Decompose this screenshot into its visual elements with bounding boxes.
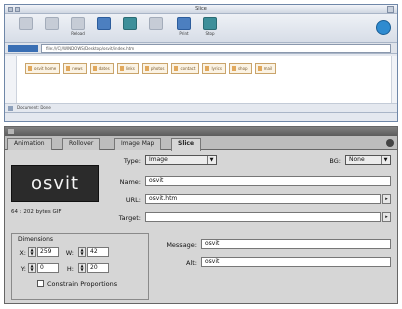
x-field[interactable]: 259: [37, 247, 59, 257]
status-bar: Document: Done: [5, 103, 397, 112]
print-icon: [177, 17, 191, 30]
page-nav: osvit home news dates links photos contact lyr…: [25, 63, 277, 74]
message-label: Message:: [166, 241, 197, 249]
url-input[interactable]: osvit.htm: [145, 194, 381, 204]
zoom-window-icon[interactable]: [387, 6, 394, 13]
url-field[interactable]: file:///C|/WINDOWS/Desktop/osvit/index.h…: [41, 44, 391, 53]
y-stepper[interactable]: ▲ ▼: [28, 263, 36, 273]
alt-label: Alt:: [186, 259, 197, 267]
back-arrow-icon: [19, 17, 33, 30]
type-label: Type:: [123, 157, 141, 165]
bookmark-button[interactable]: [145, 17, 167, 41]
w-label: W:: [65, 249, 74, 257]
y-label: Y:: [20, 265, 26, 273]
stop-button[interactable]: Stop: [199, 17, 221, 41]
message-field[interactable]: osvit: [201, 239, 391, 249]
address-bar: file:///C|/WINDOWS/Desktop/osvit/index.h…: [5, 43, 397, 54]
url-dropdown[interactable]: ▸: [382, 194, 391, 204]
page-nav-button[interactable]: dates: [89, 63, 114, 74]
x-label: X:: [19, 249, 26, 257]
alt-field[interactable]: osvit: [201, 257, 391, 267]
browser-toolbar: Reload Print Stop: [5, 14, 397, 43]
title-bar: Slice: [5, 5, 397, 14]
tab-rollover[interactable]: Rollover: [62, 138, 101, 150]
type-select[interactable]: Image ▼: [145, 155, 217, 165]
slice-info: 64 : 202 bytes GIF: [11, 209, 62, 215]
slice-preview: osvit: [11, 165, 99, 202]
dimensions-group: Dimensions X: ▲ ▼ 259 W: ▲ ▼ 42 Y: ▲ ▼ 0 H:…: [11, 233, 149, 300]
y-field[interactable]: 0: [37, 263, 59, 273]
x-stepper[interactable]: ▲ ▼: [28, 247, 36, 257]
tab-image-map[interactable]: Image Map: [114, 138, 162, 150]
page-nav-button[interactable]: contact: [171, 63, 200, 74]
slice-panel: Animation Rollover Image Map Slice osvit…: [4, 126, 398, 304]
panel-menu-icon[interactable]: [386, 139, 394, 147]
page-nav-button[interactable]: mail: [254, 63, 277, 74]
constrain-label: Constrain Proportions: [47, 280, 118, 288]
name-label: Name:: [119, 178, 141, 186]
w-field[interactable]: 42: [87, 247, 109, 257]
page-nav-button[interactable]: shop: [228, 63, 252, 74]
url-label: URL:: [125, 196, 141, 204]
page-content: osvit home news dates links photos contact lyr…: [5, 56, 397, 113]
reload-button[interactable]: Reload: [67, 17, 89, 41]
home-button[interactable]: [93, 17, 115, 41]
w-stepper[interactable]: ▲ ▼: [78, 247, 86, 257]
panel-header[interactable]: [5, 127, 397, 136]
target-dropdown[interactable]: ▸: [382, 212, 391, 222]
page-nav-button[interactable]: photos: [141, 63, 169, 74]
h-field[interactable]: 20: [87, 263, 109, 273]
window-title: Slice: [195, 6, 207, 12]
page-nav-button[interactable]: osvit home: [25, 63, 61, 74]
page-nav-button[interactable]: lyrics: [202, 63, 226, 74]
bg-label: BG:: [329, 157, 341, 165]
page-nav-button[interactable]: links: [116, 63, 139, 74]
reload-icon: [71, 17, 85, 30]
h-label: H:: [66, 265, 74, 273]
panel-tabs: Animation Rollover Image Map Slice: [5, 136, 397, 151]
dimensions-title: Dimensions: [18, 236, 54, 243]
forward-arrow-icon: [45, 17, 59, 30]
forward-button[interactable]: [41, 17, 63, 41]
tab-animation[interactable]: Animation: [7, 138, 52, 150]
h-stepper[interactable]: ▲ ▼: [78, 263, 86, 273]
chevron-down-icon: ▼: [207, 156, 215, 164]
home-icon: [97, 17, 111, 30]
name-field[interactable]: osvit: [145, 176, 391, 186]
bg-select[interactable]: None ▼: [345, 155, 391, 165]
print-button[interactable]: Print: [173, 17, 195, 41]
chevron-down-icon: ▼: [381, 156, 389, 164]
page-nav-button[interactable]: news: [63, 63, 87, 74]
search-icon: [123, 17, 137, 30]
browser-logo-icon: [376, 20, 391, 35]
browser-window: Slice Reload Print Stop file:///C|/WINDO…: [4, 4, 398, 122]
target-input[interactable]: [145, 212, 381, 222]
bookmark-icon: [149, 17, 163, 30]
stop-icon: [203, 17, 217, 30]
address-label: [8, 45, 38, 52]
search-button[interactable]: [119, 17, 141, 41]
target-label: Target:: [118, 214, 141, 222]
constrain-checkbox[interactable]: [37, 280, 44, 287]
back-button[interactable]: [15, 17, 37, 41]
tab-slice[interactable]: Slice: [171, 138, 202, 151]
